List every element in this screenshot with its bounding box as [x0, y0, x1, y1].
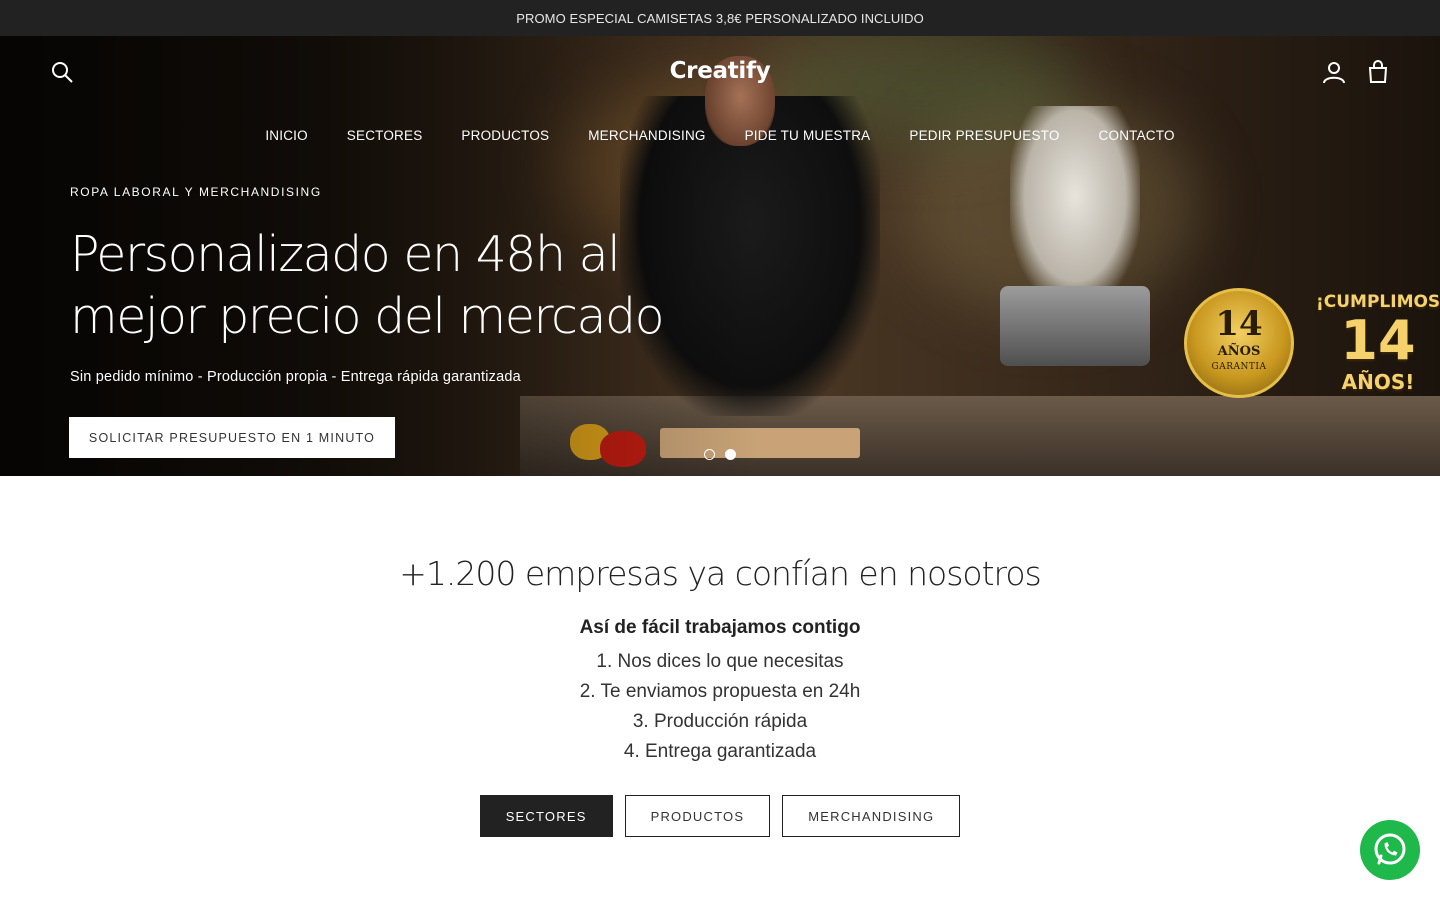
site-logo[interactable]: Creatify [620, 58, 820, 84]
hero-subtitle: Sin pedido mínimo - Producción propia - … [70, 369, 521, 385]
nav-item-inicio[interactable]: INICIO [265, 128, 307, 143]
promo-text: PROMO ESPECIAL CAMISETAS 3,8€ PERSONALIZ… [516, 10, 924, 26]
slider-dots [704, 449, 736, 460]
slide-dot-2[interactable] [725, 449, 736, 460]
step-item: 1. Nos dices lo que necesitas [596, 651, 844, 672]
request-quote-button[interactable]: SOLICITAR PRESUPUESTO EN 1 MINUTO [69, 417, 395, 458]
search-icon[interactable] [50, 60, 76, 86]
nav-item-pedir-presupuesto[interactable]: PEDIR PRESUPUESTO [909, 128, 1059, 143]
badge-years: AÑOS [1217, 344, 1261, 359]
badge-guarantee: GARANTIA [1211, 362, 1267, 372]
anniversary-line-2: 14 [1340, 309, 1416, 372]
hero-banner: Creatify INICIO SECTORES PRODUCTOS MERCH… [0, 36, 1440, 476]
hero-eyebrow: ROPA LABORAL Y MERCHANDISING [70, 185, 322, 199]
hero-title: Personalizado en 48h al mejor precio del… [70, 226, 665, 345]
merchandising-button[interactable]: MERCHANDISING [782, 795, 961, 837]
slide-dot-1[interactable] [704, 449, 715, 460]
step-item: 4. Entrega garantizada [623, 741, 817, 762]
anniversary-badge: 14 AÑOS GARANTIA [1176, 288, 1302, 400]
nav-item-pide-tu-muestra[interactable]: PIDE TU MUESTRA [745, 128, 871, 143]
promo-bar: PROMO ESPECIAL CAMISETAS 3,8€ PERSONALIZ… [0, 0, 1440, 36]
anniversary-text: ¡CUMPLIMOS 14 AÑOS! [1316, 292, 1440, 394]
badge-number: 14 [1215, 304, 1263, 344]
nav-item-productos[interactable]: PRODUCTOS [461, 128, 549, 143]
account-icon[interactable] [1322, 60, 1348, 86]
steps-list: 1. Nos dices lo que necesitas 2. Te envi… [0, 647, 1440, 767]
steps-heading: Así de fácil trabajamos contigo [579, 617, 861, 638]
productos-button[interactable]: PRODUCTOS [624, 795, 771, 837]
anniversary-line-3: AÑOS! [1341, 370, 1415, 394]
cart-icon[interactable] [1366, 60, 1392, 86]
nav-item-merchandising[interactable]: MERCHANDISING [588, 128, 705, 143]
step-item: 2. Te enviamos propuesta en 24h [579, 681, 861, 702]
whatsapp-icon[interactable] [1360, 820, 1420, 880]
step-item: 3. Producción rápida [632, 711, 808, 732]
hero-image-pot [1000, 286, 1150, 366]
sectores-button[interactable]: SECTORES [479, 795, 613, 837]
main-nav: INICIO SECTORES PRODUCTOS MERCHANDISING … [0, 128, 1440, 143]
category-buttons: SECTORES PRODUCTOS MERCHANDISING [0, 795, 1440, 837]
nav-item-sectores[interactable]: SECTORES [347, 128, 423, 143]
trust-title: +1.200 empresas ya confían en nosotros [399, 554, 1042, 593]
nav-item-contacto[interactable]: CONTACTO [1099, 128, 1175, 143]
